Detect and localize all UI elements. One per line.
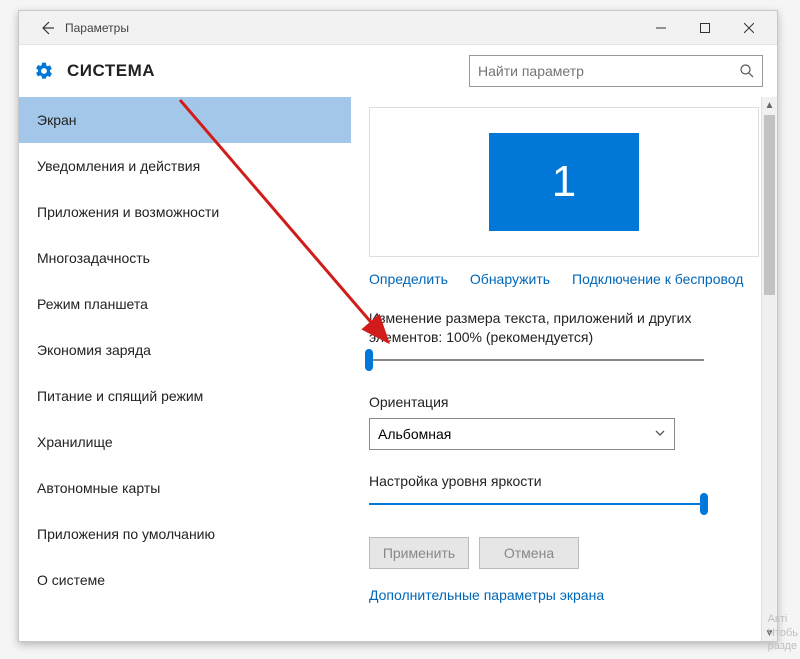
cancel-button[interactable]: Отмена [479, 537, 579, 569]
advanced-display-link[interactable]: Дополнительные параметры экрана [369, 587, 604, 603]
search-icon [739, 63, 755, 79]
scale-label: Изменение размера текста, приложений и д… [369, 309, 759, 347]
sidebar-item-label: Уведомления и действия [37, 158, 200, 174]
sidebar-item-label: Экономия заряда [37, 342, 151, 358]
sidebar-item-label: Питание и спящий режим [37, 388, 203, 404]
titlebar: Параметры [19, 11, 777, 45]
sidebar-item-label: Многозадачность [37, 250, 150, 266]
sidebar-item-label: О системе [37, 572, 105, 588]
sidebar-item-default-apps[interactable]: Приложения по умолчанию [19, 511, 351, 557]
identify-link[interactable]: Определить [369, 271, 448, 287]
scroll-up-arrow[interactable]: ▲ [762, 97, 777, 113]
sidebar-item-battery-saver[interactable]: Экономия заряда [19, 327, 351, 373]
orientation-label: Ориентация [369, 393, 759, 412]
detect-link[interactable]: Обнаружить [470, 271, 550, 287]
monitor-number: 1 [552, 157, 576, 207]
chevron-down-icon [654, 426, 666, 442]
brightness-slider[interactable] [369, 497, 704, 511]
maximize-button[interactable] [683, 13, 727, 43]
sidebar-item-display[interactable]: Экран [19, 97, 351, 143]
body: Экран Уведомления и действия Приложения … [19, 97, 777, 641]
back-button[interactable] [25, 14, 59, 42]
orientation-select[interactable]: Альбомная [369, 418, 675, 450]
monitor-tile[interactable]: 1 [489, 133, 639, 231]
brightness-slider-thumb[interactable] [700, 493, 708, 515]
sidebar-item-label: Хранилище [37, 434, 113, 450]
scale-slider[interactable] [369, 353, 704, 367]
sidebar-item-storage[interactable]: Хранилище [19, 419, 351, 465]
sidebar-item-label: Приложения по умолчанию [37, 526, 215, 542]
orientation-value: Альбомная [378, 426, 451, 442]
sidebar: Экран Уведомления и действия Приложения … [19, 97, 351, 641]
apply-button[interactable]: Применить [369, 537, 469, 569]
activation-watermark: Акті Чтобь разде [768, 613, 798, 653]
sidebar-item-apps-features[interactable]: Приложения и возможности [19, 189, 351, 235]
content-area: 1 Определить Обнаружить Подключение к бе… [351, 97, 777, 641]
scroll-thumb[interactable] [764, 115, 775, 295]
monitor-preview[interactable]: 1 [369, 107, 759, 257]
sidebar-item-notifications[interactable]: Уведомления и действия [19, 143, 351, 189]
minimize-button[interactable] [639, 13, 683, 43]
sidebar-item-about[interactable]: О системе [19, 557, 351, 603]
sidebar-item-power-sleep[interactable]: Питание и спящий режим [19, 373, 351, 419]
sidebar-item-label: Автономные карты [37, 480, 160, 496]
sidebar-item-label: Приложения и возможности [37, 204, 219, 220]
section-title: СИСТЕМА [67, 61, 155, 81]
sidebar-item-label: Режим планшета [37, 296, 148, 312]
sidebar-item-label: Экран [37, 112, 77, 128]
search-input[interactable] [469, 55, 763, 87]
brightness-label: Настройка уровня яркости [369, 472, 759, 491]
header-bar: СИСТЕМА [19, 45, 777, 97]
close-button[interactable] [727, 13, 771, 43]
sidebar-item-offline-maps[interactable]: Автономные карты [19, 465, 351, 511]
scale-slider-thumb[interactable] [365, 349, 373, 371]
settings-window: Параметры СИСТЕМА Экран Уведомления и де… [18, 10, 778, 642]
window-title: Параметры [65, 21, 129, 35]
content-scrollbar[interactable]: ▲ ▼ [761, 97, 777, 641]
wireless-link[interactable]: Подключение к беспровод [572, 271, 743, 287]
sidebar-item-tablet-mode[interactable]: Режим планшета [19, 281, 351, 327]
sidebar-item-multitasking[interactable]: Многозадачность [19, 235, 351, 281]
gear-icon [33, 60, 55, 82]
